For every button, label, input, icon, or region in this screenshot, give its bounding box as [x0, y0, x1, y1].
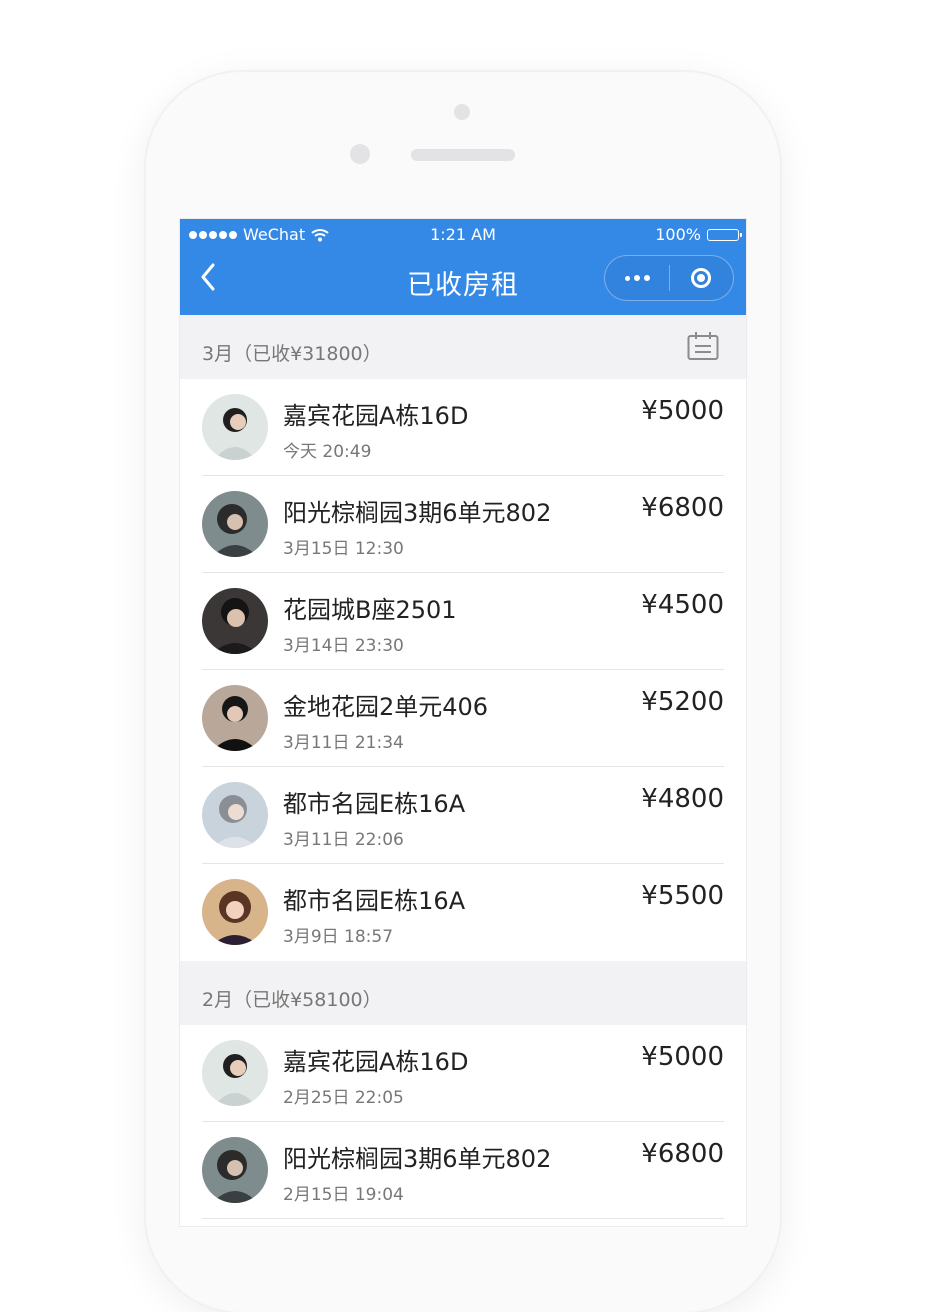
app-header: WeChat 1:21 AM 100% 已收房租	[180, 219, 746, 315]
property-name: 阳光棕榈园3期6单元802	[283, 1145, 552, 1173]
list-item[interactable]: 都市名园E栋16A 3月9日 18:57 ¥5500	[180, 864, 746, 961]
list-item[interactable]: 都市名园E栋16A 3月11日 22:06 ¥4800	[180, 767, 746, 864]
avatar	[202, 685, 268, 751]
payment-time: 3月11日 22:06	[283, 830, 404, 850]
payment-time: 2月25日 22:05	[283, 1088, 404, 1108]
property-name: 嘉宾花园A栋16D	[283, 1048, 469, 1076]
more-button[interactable]	[605, 256, 669, 300]
avatar	[202, 491, 268, 557]
list-item[interactable]: 金地花园2单元406 3月11日 21:34 ¥5200	[180, 670, 746, 767]
property-name: 花园城B座2501	[283, 596, 457, 624]
phone-camera	[350, 144, 370, 164]
more-dots-icon	[624, 275, 630, 281]
payment-time: 3月9日 18:57	[283, 927, 394, 947]
avatar	[202, 1137, 268, 1203]
list-item[interactable]: 嘉宾花园A栋16D 今天 20:49 ¥5000	[180, 379, 746, 476]
section-label: 3月（已收¥31800）	[202, 343, 382, 365]
target-circle-icon	[691, 268, 712, 288]
navigation-bar: 已收房租	[180, 249, 746, 315]
close-miniprogram-button[interactable]	[670, 256, 733, 300]
rent-list-march: 嘉宾花园A栋16D 今天 20:49 ¥5000 阳光棕榈园3期6单元802 3…	[180, 379, 746, 961]
app-screen: WeChat 1:21 AM 100% 已收房租 3月（已收¥31800） 嘉宾…	[180, 219, 746, 1226]
payment-time: 今天 20:49	[283, 442, 372, 462]
rent-list-february: 嘉宾花园A栋16D 2月25日 22:05 ¥5000 阳光棕榈园3期6单元80…	[180, 1025, 746, 1219]
rent-amount: ¥6800	[641, 1139, 724, 1169]
payment-time: 2月15日 19:04	[283, 1185, 404, 1205]
avatar	[202, 782, 268, 848]
avatar	[202, 588, 268, 654]
avatar	[202, 394, 268, 460]
list-item[interactable]: 嘉宾花园A栋16D 2月25日 22:05 ¥5000	[180, 1025, 746, 1122]
rent-amount: ¥5000	[641, 396, 724, 426]
property-name: 嘉宾花园A栋16D	[283, 402, 469, 430]
property-name: 都市名园E栋16A	[283, 887, 466, 915]
phone-speaker	[411, 149, 515, 161]
battery-icon	[707, 228, 742, 241]
avatar	[202, 879, 268, 945]
calendar-icon[interactable]	[687, 331, 719, 361]
payment-time: 3月14日 23:30	[283, 636, 404, 656]
section-header-february: 2月（已收¥58100）	[180, 961, 746, 1025]
list-item[interactable]: 阳光棕榈园3期6单元802 3月15日 12:30 ¥6800	[180, 476, 746, 573]
payment-time: 3月15日 12:30	[283, 539, 404, 559]
section-header-march: 3月（已收¥31800）	[180, 315, 746, 379]
rent-amount: ¥5000	[641, 1042, 724, 1072]
property-name: 都市名园E栋16A	[283, 790, 466, 818]
payment-time: 3月11日 21:34	[283, 733, 404, 753]
avatar	[202, 1040, 268, 1106]
rent-amount: ¥6800	[641, 493, 724, 523]
rent-amount: ¥5200	[641, 687, 724, 717]
list-item[interactable]: 花园城B座2501 3月14日 23:30 ¥4500	[180, 573, 746, 670]
status-bar: WeChat 1:21 AM 100%	[180, 219, 746, 249]
section-label: 2月（已收¥58100）	[202, 989, 382, 1011]
property-name: 阳光棕榈园3期6单元802	[283, 499, 552, 527]
rent-amount: ¥5500	[641, 881, 724, 911]
rent-amount: ¥4800	[641, 784, 724, 814]
battery-percent: 100%	[655, 225, 701, 244]
phone-front-sensor	[454, 104, 470, 120]
list-item[interactable]: 阳光棕榈园3期6单元802 2月15日 19:04 ¥6800	[180, 1122, 746, 1219]
rent-amount: ¥4500	[641, 590, 724, 620]
miniprogram-capsule	[604, 255, 734, 301]
property-name: 金地花园2单元406	[283, 693, 489, 721]
